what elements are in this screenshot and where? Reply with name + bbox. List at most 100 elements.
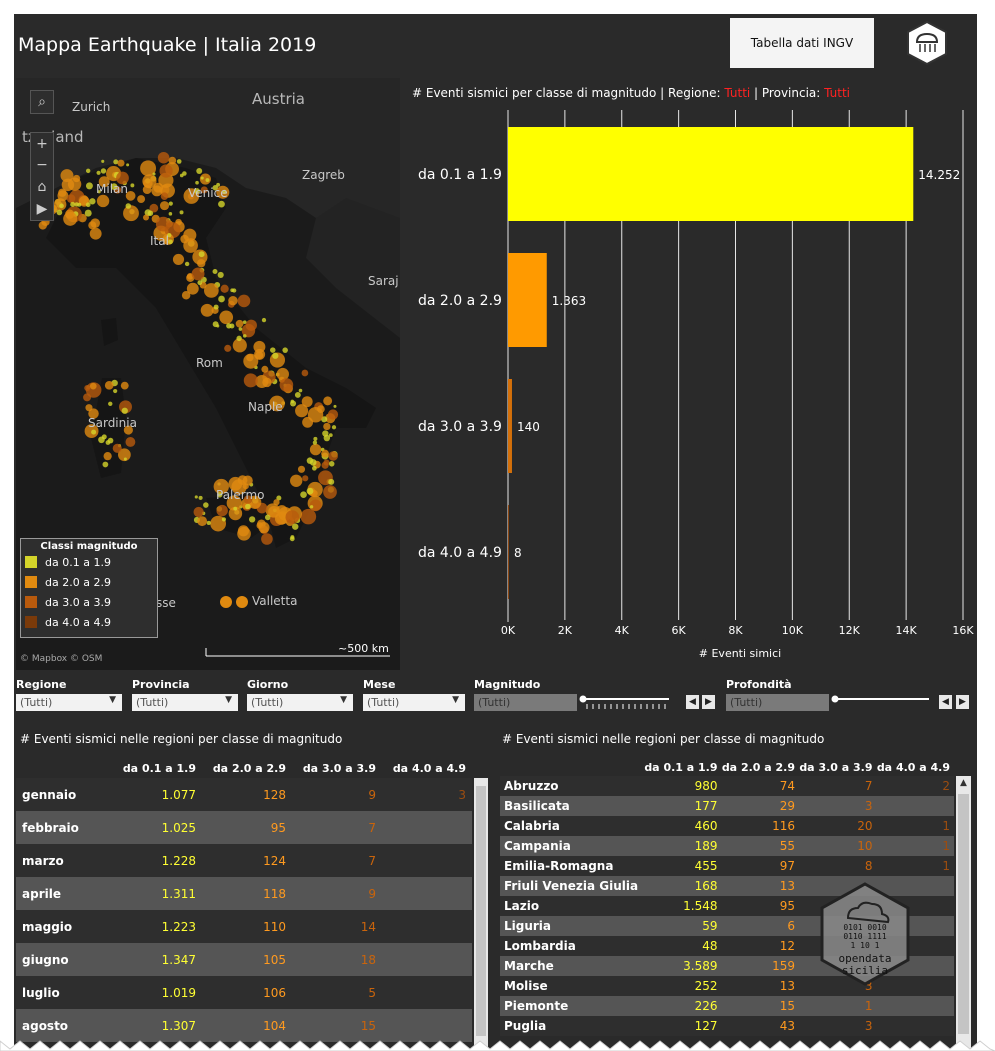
earthquake-point[interactable] [221,517,227,522]
table-row[interactable]: Abruzzo 980 74 7 2 [500,776,954,796]
earthquake-point[interactable] [328,478,335,485]
bar[interactable] [508,505,509,599]
scroll-up-arrow[interactable]: ▲ [956,776,971,790]
earthquake-point[interactable] [125,437,136,447]
earthquake-point[interactable] [172,253,185,265]
earthquake-point[interactable] [204,283,219,298]
earthquake-point[interactable] [328,461,335,467]
earthquake-point[interactable] [101,159,105,163]
earthquake-point[interactable] [200,303,214,317]
earthquake-point[interactable] [181,290,191,300]
earthquake-point[interactable] [60,169,74,183]
earthquake-point[interactable] [126,163,130,167]
earthquake-point[interactable] [333,404,337,408]
earthquake-point[interactable] [142,174,157,189]
earthquake-point[interactable] [302,475,309,482]
earthquake-point[interactable] [220,596,232,608]
earthquake-point[interactable] [323,396,333,406]
earthquake-point[interactable] [120,381,129,390]
earthquake-point[interactable] [206,520,211,526]
column-header[interactable]: da 0.1 a 1.9 [644,758,722,776]
earthquake-point[interactable] [105,440,111,445]
earthquake-point[interactable] [258,521,270,534]
earthquake-point[interactable] [290,400,297,407]
earthquake-point[interactable] [323,485,337,499]
zoom-in-button[interactable]: + [30,132,54,155]
column-header[interactable]: da 4.0 a 4.9 [877,758,955,776]
earthquake-point[interactable] [123,205,139,222]
profondita-slider[interactable] [831,694,931,711]
earthquake-point[interactable] [292,523,299,530]
earthquake-point[interactable] [84,385,91,392]
earthquake-point[interactable] [195,180,199,185]
earthquake-point[interactable] [90,218,100,228]
earthquake-point[interactable] [236,335,242,342]
earthquake-point[interactable] [205,178,210,183]
bar[interactable] [508,127,914,221]
earthquake-point[interactable] [77,202,82,207]
legend-item[interactable]: da 3.0 a 3.9 [21,592,157,612]
earthquake-point[interactable] [235,319,244,328]
bar[interactable] [508,379,512,473]
earthquake-point[interactable] [103,452,112,461]
earthquake-point[interactable] [298,388,303,393]
earthquake-point[interactable] [272,352,279,359]
earthquake-point[interactable] [243,353,259,369]
earthquake-point[interactable] [331,425,337,430]
profondita-prev-button[interactable]: ◀ [939,695,952,709]
earthquake-point[interactable] [89,382,97,390]
earthquake-point[interactable] [159,201,170,211]
months-table-scrollbar[interactable] [474,778,488,1051]
earthquake-point[interactable] [83,393,92,402]
earthquake-point[interactable] [261,533,273,545]
earthquake-point[interactable] [159,164,173,178]
earthquake-point[interactable] [301,396,313,408]
earthquake-point[interactable] [226,323,232,329]
magnitudo-next-button[interactable]: ▶ [702,695,715,709]
earthquake-point[interactable] [168,156,177,165]
table-row[interactable]: Campania 189 55 10 1 [500,836,954,856]
earthquake-point[interactable] [100,168,107,174]
map-play-button[interactable]: ▶ [30,198,54,221]
table-row[interactable]: marzo 1.228 124 7 [16,844,472,877]
earthquake-point[interactable] [96,194,110,208]
earthquake-point[interactable] [96,170,101,175]
earthquake-point[interactable] [198,495,203,500]
earthquake-point[interactable] [242,334,247,338]
earthquake-point[interactable] [312,440,318,445]
earthquake-point[interactable] [285,510,300,524]
earthquake-point[interactable] [290,535,295,540]
earthquake-point[interactable] [218,200,225,208]
earthquake-point[interactable] [216,504,228,517]
column-header[interactable]: da 4.0 a 4.9 [382,758,472,778]
column-header[interactable]: da 2.0 a 2.9 [722,758,800,776]
earthquake-point[interactable] [91,429,97,435]
earthquake-point[interactable] [268,506,280,518]
earthquake-point[interactable] [198,251,205,258]
earthquake-point[interactable] [243,373,258,388]
mese-dropdown[interactable]: (Tutti) ▼ [363,694,465,711]
regions-table-scrollbar[interactable]: ▲ [956,776,971,1051]
earthquake-point[interactable] [213,304,219,310]
earthquake-point[interactable] [302,416,314,428]
earthquake-point[interactable] [102,461,109,468]
earthquake-point[interactable] [108,401,113,406]
earthquake-point[interactable] [309,505,314,509]
earthquake-point[interactable] [236,596,248,608]
earthquake-point[interactable] [85,182,93,190]
earthquake-point[interactable] [279,378,294,392]
earthquake-point[interactable] [300,508,317,525]
earthquake-point[interactable] [194,495,198,499]
zoom-out-button[interactable]: − [30,154,54,176]
earthquake-point[interactable] [294,391,301,398]
table-row[interactable]: giugno 1.347 105 18 [16,943,472,976]
earthquake-point[interactable] [233,506,238,511]
earthquake-point[interactable] [197,259,206,268]
earthquake-point[interactable] [290,474,303,487]
earthquake-point[interactable] [200,176,204,180]
magnitudo-prev-button[interactable]: ◀ [686,695,699,709]
earthquake-point[interactable] [297,465,306,473]
earthquake-point[interactable] [203,502,209,508]
earthquake-point[interactable] [321,449,330,458]
tabella-dati-button[interactable]: Tabella dati INGV [730,18,874,68]
